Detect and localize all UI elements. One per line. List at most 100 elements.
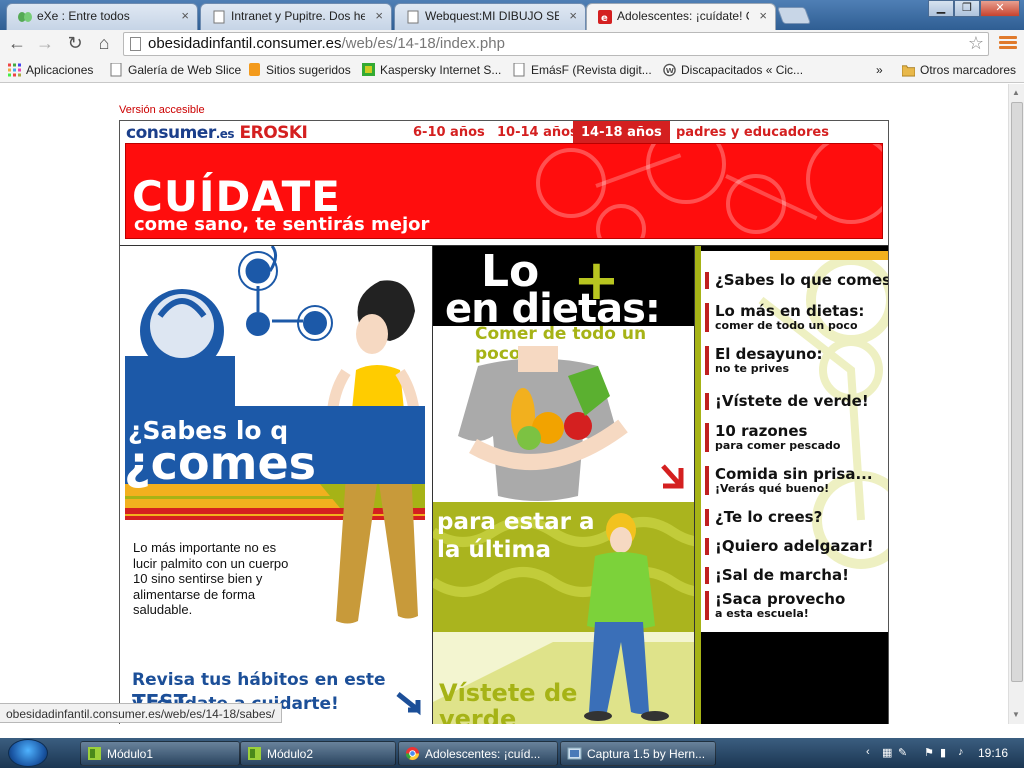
menu-item-verde[interactable]: ¡Vístete de verde!	[705, 393, 869, 410]
tray-chevron-icon[interactable]: ‹	[866, 746, 870, 758]
tab-10-14[interactable]: 10-14 años	[497, 121, 578, 143]
tab-exe[interactable]: eXe : Entre todos ×	[6, 3, 198, 30]
bookmark-label: Aplicaciones	[26, 63, 94, 77]
tray-tool-icon[interactable]: ✎	[898, 746, 907, 759]
bookmark-sitios[interactable]: Sitios sugeridos	[248, 63, 351, 77]
taskbar-modulo2[interactable]: Módulo2	[240, 741, 396, 766]
bookmark-galeria[interactable]: Galería de Web Slice	[110, 63, 241, 77]
menu-item-provecho[interactable]: ¡Saca provecho a esta escuela!	[705, 591, 845, 620]
task-label: Adolescentes: ¡cuíd...	[425, 747, 541, 761]
menu-item-desayuno[interactable]: El desayuno: no te prives	[705, 346, 823, 375]
tab-title: Webquest:MI DIBUJO SE M	[425, 9, 559, 23]
close-tab-icon[interactable]: ×	[569, 8, 577, 23]
menu-item-sabes[interactable]: ¿Sabes lo que comes?	[705, 272, 888, 289]
lightbulb-icon	[249, 63, 260, 76]
tray-network-icon[interactable]: ▦	[882, 746, 892, 759]
logo-es: .es	[215, 127, 235, 141]
menu-item-title: ¿Te lo crees?	[715, 508, 823, 526]
page-viewport: Versión accesible consumer.es EROSKI 6-1…	[0, 84, 1008, 724]
bookmark-star-icon[interactable]: ☆	[968, 33, 984, 54]
bookmark-aplicaciones[interactable]: Aplicaciones	[8, 63, 93, 77]
comes-heading: ¿comes	[124, 436, 317, 490]
taskbar-chrome[interactable]: Adolescentes: ¡cuíd...	[398, 741, 558, 766]
page-icon	[213, 10, 225, 24]
menu-item-title: ¡Quiero adelgazar!	[715, 537, 874, 555]
bookmark-kaspersky[interactable]: Kaspersky Internet S...	[362, 63, 501, 77]
tray-battery-icon[interactable]: ▮	[940, 746, 946, 759]
bookmarks-overflow-chevron[interactable]: »	[860, 63, 883, 77]
menu-item-adelgazar[interactable]: ¡Quiero adelgazar!	[705, 538, 874, 555]
bookmark-emasf[interactable]: EmásF (Revista digit...	[513, 63, 652, 77]
close-tab-icon[interactable]: ×	[759, 8, 767, 23]
logo-eroski: EROSKI	[239, 123, 308, 143]
decor-circle	[806, 144, 882, 224]
banner-subtitle: come sano, te sentirás mejor	[134, 214, 430, 235]
reload-icon[interactable]: ↻	[64, 34, 86, 54]
tray-volume-icon[interactable]: ♪	[958, 746, 964, 758]
folder-icon	[902, 65, 915, 77]
menu-item-subtitle: ¡Verás qué bueno!	[715, 482, 830, 495]
page-icon	[130, 37, 141, 51]
tab-title: eXe : Entre todos	[37, 9, 130, 23]
close-tab-icon[interactable]: ×	[375, 8, 383, 23]
apps-grid-icon	[8, 63, 21, 77]
url-host: obesidadinfantil.consumer.es	[148, 35, 342, 52]
menu-bottom-block	[701, 632, 888, 724]
site-container: consumer.es EROSKI 6-10 años 10-14 años …	[119, 120, 889, 724]
menu-item-subtitle: no te prives	[715, 362, 790, 375]
page-icon	[110, 63, 122, 77]
home-icon[interactable]: ⌂	[93, 34, 115, 54]
bookmark-label: EmásF (Revista digit...	[531, 63, 652, 77]
logo-consumer: consumer	[126, 123, 216, 143]
bookmark-label: Kaspersky Internet S...	[380, 63, 502, 77]
other-bookmarks-folder[interactable]: Otros marcadores	[902, 63, 1016, 77]
address-bar[interactable]: obesidadinfantil.consumer.es/web/es/14-1…	[123, 32, 989, 56]
scroll-down-icon[interactable]: ▼	[1012, 710, 1020, 719]
decor-circle	[726, 174, 786, 234]
tab-intranet[interactable]: Intranet y Pupitre. Dos her ×	[200, 3, 392, 30]
taskbar-clock[interactable]: 19:16	[978, 746, 1008, 760]
bookmark-discapacitados[interactable]: W Discapacitados « Cic...	[663, 63, 803, 77]
menu-item-crees[interactable]: ¿Te lo crees?	[705, 509, 822, 526]
tab-6-10[interactable]: 6-10 años	[413, 121, 485, 143]
page-scrollbar[interactable]: ▲ ▼	[1008, 84, 1024, 724]
tab-14-18[interactable]: 14-18 años	[573, 121, 670, 143]
bookmark-label: Sitios sugeridos	[266, 63, 351, 77]
close-window-button[interactable]: ✕	[980, 0, 1020, 17]
scroll-up-icon[interactable]: ▲	[1012, 88, 1020, 97]
decor-circle	[596, 204, 646, 238]
version-accesible-link[interactable]: Versión accesible	[119, 104, 205, 116]
start-button[interactable]	[8, 739, 48, 767]
menu-item-title: ¡Sal de marcha!	[715, 566, 849, 584]
kaspersky-icon	[362, 63, 375, 76]
tab-webquest[interactable]: Webquest:MI DIBUJO SE M ×	[394, 3, 586, 30]
forward-icon[interactable]: →	[34, 34, 56, 54]
windows-taskbar: Módulo1 Módulo2 Adolescentes: ¡cuíd... C…	[0, 738, 1024, 768]
menu-item-title: Comida sin prisa...	[715, 465, 873, 483]
menu-item-comida[interactable]: Comida sin prisa... ¡Verás qué bueno!	[705, 466, 873, 495]
chrome-menu-icon[interactable]	[999, 34, 1017, 54]
consumer-eroski-logo[interactable]: consumer.es EROSKI	[126, 123, 308, 143]
menu-item-dietas[interactable]: Lo más en dietas: comer de todo un poco	[705, 303, 864, 332]
sabes-column[interactable]: ¿Sabes lo q ¿comes Lo más importante no …	[120, 246, 432, 724]
close-tab-icon[interactable]: ×	[181, 8, 189, 23]
taskbar-modulo1[interactable]: Módulo1	[80, 741, 240, 766]
menu-item-title: 10 razones	[715, 422, 808, 440]
dietas-column[interactable]: Lo + en dietas: Comer de todo un poco pa…	[432, 246, 694, 724]
maximize-button[interactable]: ❐	[954, 0, 980, 17]
minimize-button[interactable]: ▁	[928, 0, 954, 17]
svg-text:e: e	[601, 13, 608, 24]
tray-flag-icon[interactable]: ⚑	[924, 746, 934, 759]
status-bar: obesidadinfantil.consumer.es/web/es/14-1…	[0, 703, 282, 723]
tab-adolescentes[interactable]: e Adolescentes: ¡cuídate! Co ×	[586, 3, 776, 30]
new-tab-button[interactable]	[776, 7, 812, 24]
tab-padres-educadores[interactable]: padres y educadores	[676, 121, 829, 143]
menu-item-razones[interactable]: 10 razones para comer pescado	[705, 423, 841, 452]
taskbar-captura[interactable]: Captura 1.5 by Hern...	[560, 741, 716, 766]
menu-item-marcha[interactable]: ¡Sal de marcha!	[705, 567, 849, 584]
vistete-heading: Vístete de verde	[439, 679, 578, 724]
scrollbar-thumb[interactable]	[1011, 102, 1023, 682]
task-label: Captura 1.5 by Hern...	[587, 747, 706, 761]
cuidate-banner: CUÍDATE come sano, te sentirás mejor	[125, 143, 883, 239]
back-icon[interactable]: ←	[6, 34, 28, 54]
